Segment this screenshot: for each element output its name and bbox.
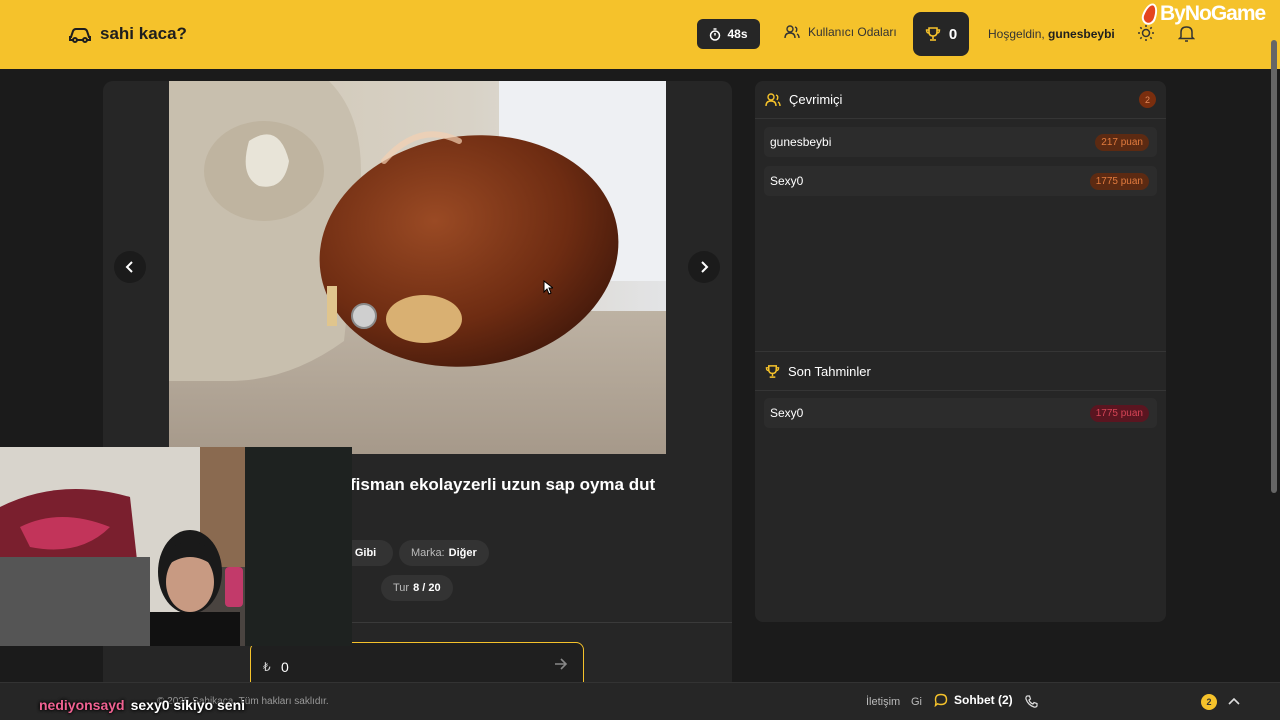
product-title: fisman ekolayzerli uzun sap oyma dut [350, 475, 656, 494]
product-image [169, 81, 666, 454]
webcam-feed [0, 447, 352, 646]
online-title: Çevrimiçi [789, 92, 843, 107]
round-chip: Tur 8 / 20 [381, 575, 453, 601]
footer-link[interactable]: Gi [911, 696, 922, 708]
prev-image-button[interactable] [114, 251, 146, 283]
chat-message: sexy0 sikiyo seni [130, 697, 246, 713]
round-value: 8 / 20 [413, 582, 441, 594]
round-label: Tur [393, 582, 410, 594]
users-icon [765, 92, 781, 106]
trophy-icon [765, 365, 780, 378]
online-header: Çevrimiçi 2 [755, 81, 1166, 119]
stopwatch-icon [710, 27, 721, 41]
username: gunesbeybi [1048, 27, 1115, 41]
currency-symbol: ₺ [263, 660, 271, 674]
chat-count-badge: 2 [1201, 694, 1217, 710]
arrow-right-icon [555, 658, 568, 670]
recent-title: Son Tahminler [788, 364, 871, 379]
streamer-webcam [0, 447, 352, 646]
page-scrollbar[interactable] [1271, 40, 1277, 493]
online-player-row[interactable]: Sexy0 1775 puan [764, 166, 1157, 196]
chat-bubble-icon [934, 693, 948, 707]
guess-points: 1775 puan [1089, 405, 1149, 422]
recent-guesses-header: Son Tahminler [755, 353, 1166, 391]
bynogame-watermark: ByNoGame [1139, 1, 1266, 27]
trophy-icon [925, 27, 941, 41]
guess-player-name: Sexy0 [770, 406, 804, 420]
bell-icon[interactable] [1178, 24, 1195, 42]
flame-logo-icon [1139, 1, 1161, 27]
recent-guess-row: Sexy0 1775 puan [764, 398, 1157, 428]
brand-overlay-text: ByNoGame [1160, 2, 1266, 25]
brand-label: Marka: [411, 547, 445, 559]
submit-guess-button[interactable] [554, 657, 568, 674]
user-rooms-link[interactable]: Kullanıcı Odaları [784, 25, 897, 39]
phone-icon[interactable] [1025, 695, 1038, 708]
app-name: sahi kaca? [100, 24, 187, 43]
online-player-row[interactable]: gunesbeybi 217 puan [764, 127, 1157, 157]
chat-label: Sohbet (2) [954, 693, 1013, 707]
panel-divider [755, 351, 1166, 352]
brand-chip: Marka: Diğer [399, 540, 489, 566]
chat-username: nediyonsayd [39, 697, 125, 713]
score-value: 0 [948, 25, 958, 43]
next-image-button[interactable] [688, 251, 720, 283]
guess-input[interactable] [281, 656, 531, 678]
car-icon [69, 28, 91, 43]
welcome-prefix: Hoşgeldin, [988, 27, 1045, 41]
chat-toggle-button[interactable]: Sohbet (2) [934, 693, 1013, 707]
stream-chat-overlay: nediyonsayd sexy0 sikiyo seni [39, 697, 245, 713]
chevron-right-icon [701, 261, 709, 273]
top-header: sahi kaca? 48s Kullanıcı Odaları 0 Hoşge… [0, 0, 1280, 69]
side-panel: Çevrimiçi 2 gunesbeybi 217 puan Sexy0 17… [755, 81, 1166, 622]
brand-value: Diğer [448, 547, 477, 559]
chevron-left-icon [125, 261, 133, 273]
contact-link[interactable]: İletişim [866, 696, 900, 708]
player-points: 1775 puan [1089, 173, 1149, 190]
score-button[interactable]: 0 [913, 12, 969, 56]
product-photo [169, 81, 666, 454]
welcome-text: Hoşgeldin, gunesbeybi [988, 27, 1115, 41]
online-count-badge: 2 [1139, 91, 1156, 108]
chevron-up-icon[interactable] [1228, 697, 1240, 705]
player-points: 217 puan [1095, 134, 1149, 151]
sun-icon[interactable] [1137, 24, 1155, 42]
round-timer: 48s [697, 19, 760, 49]
player-name: Sexy0 [770, 174, 804, 188]
users-icon [784, 25, 800, 39]
player-name: gunesbeybi [770, 135, 832, 149]
timer-value: 48s [727, 27, 748, 41]
rooms-label: Kullanıcı Odaları [808, 25, 897, 39]
mouse-cursor-icon [543, 280, 553, 295]
app-logo[interactable]: sahi kaca? [68, 24, 187, 44]
